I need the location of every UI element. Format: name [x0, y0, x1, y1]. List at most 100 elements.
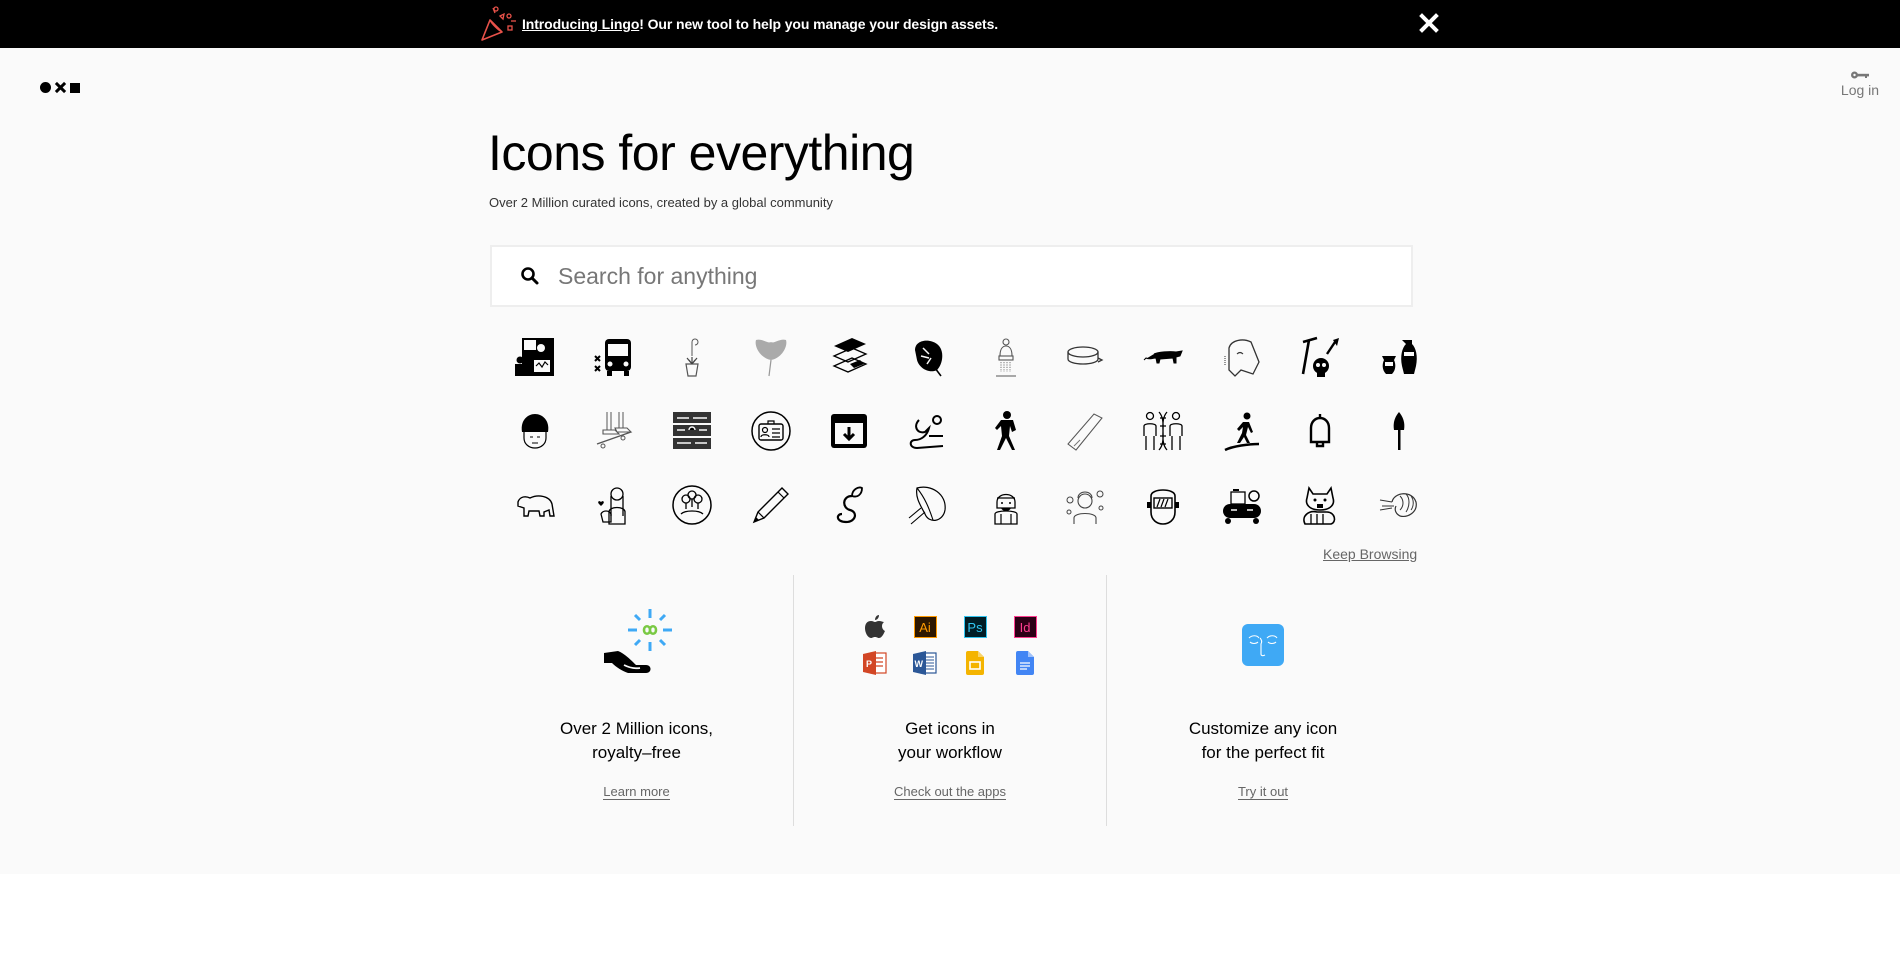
shower-statue-icon — [996, 338, 1017, 377]
icon-tile[interactable] — [967, 394, 1046, 468]
close-icon[interactable] — [1418, 12, 1440, 34]
icon-tile[interactable] — [1046, 468, 1125, 542]
icon-tile[interactable] — [1281, 320, 1360, 394]
beekeeper-icon — [994, 493, 1018, 525]
icon-tile[interactable] — [575, 320, 654, 394]
red-panda-icon — [1303, 485, 1336, 525]
face-customize-icon — [1242, 624, 1284, 666]
feature-workflow: Ai Ps Id P W Get icons in your workflow … — [793, 575, 1106, 826]
skateboard-feet-icon — [596, 412, 633, 449]
tape-roll-icon — [1067, 413, 1103, 451]
search-bar — [490, 245, 1413, 307]
icon-tile[interactable] — [575, 468, 654, 542]
icon-tile[interactable] — [1281, 468, 1360, 542]
shovel-icon — [1393, 412, 1405, 450]
icon-tile[interactable] — [732, 394, 811, 468]
air-compressor-icon — [1222, 489, 1261, 524]
icon-tile[interactable] — [653, 394, 732, 468]
icon-tile[interactable] — [496, 320, 575, 394]
icon-tile[interactable] — [810, 320, 889, 394]
word-icon[interactable]: W — [912, 650, 938, 676]
icon-tile[interactable] — [1281, 394, 1360, 468]
google-slides-icon[interactable] — [962, 650, 988, 676]
icon-tile[interactable] — [653, 320, 732, 394]
app-icons: Ai Ps Id P W — [862, 614, 1038, 676]
icon-tile[interactable] — [732, 320, 811, 394]
icon-tile[interactable] — [653, 468, 732, 542]
layers-stack-icon — [832, 338, 868, 373]
features-section: Over 2 Million icons, royalty–free Learn… — [480, 575, 1420, 826]
helmet-face-icon — [521, 414, 549, 449]
try-it-out-link[interactable]: Try it out — [1237, 784, 1289, 800]
snowshoe-walker-icon — [1224, 412, 1259, 452]
page-title: Icons for everything — [488, 125, 915, 181]
bus-icon — [594, 339, 631, 376]
icon-tile[interactable] — [1360, 468, 1439, 542]
icon-tile[interactable] — [1124, 468, 1203, 542]
icon-tile[interactable] — [810, 394, 889, 468]
dna-people-icon — [1143, 411, 1183, 451]
icon-tile[interactable] — [1046, 394, 1125, 468]
icon-grid — [496, 320, 1417, 542]
broadcast-presenter-icon — [515, 338, 555, 376]
vet-with-dog-icon — [597, 487, 626, 525]
hanging-plant-icon — [685, 338, 699, 377]
logo-square — [70, 82, 80, 93]
head-profile-icon — [1224, 339, 1260, 377]
icon-tile[interactable] — [1360, 394, 1439, 468]
monstera-leaf-icon — [914, 340, 943, 377]
icon-tile[interactable] — [967, 320, 1046, 394]
icon-tile[interactable] — [496, 394, 575, 468]
pencil-icon — [752, 487, 789, 524]
icon-tile[interactable] — [575, 394, 654, 468]
check-out-apps-link[interactable]: Check out the apps — [893, 784, 1007, 800]
feature-title: Over 2 Million icons, royalty–free — [559, 719, 714, 762]
icon-tile[interactable] — [1046, 320, 1125, 394]
key-icon — [1851, 71, 1869, 79]
big-leaf-icon — [908, 486, 946, 525]
icon-tile[interactable] — [1124, 320, 1203, 394]
search-icon[interactable] — [520, 266, 540, 286]
round-box-icon — [1067, 346, 1104, 365]
logo-cross — [55, 82, 66, 93]
football-player-icon — [995, 411, 1017, 450]
icon-tile[interactable] — [889, 468, 968, 542]
illustrator-icon[interactable]: Ai — [912, 614, 938, 640]
search-input[interactable] — [558, 262, 1378, 290]
hand-infinity-icon — [603, 609, 672, 673]
introducing-lingo-link[interactable]: Introducing Lingo — [522, 16, 639, 32]
powerpoint-icon[interactable]: P — [862, 650, 888, 676]
icon-tile[interactable] — [496, 468, 575, 542]
maze-icon — [673, 412, 712, 449]
feature-title: Customize any icon for the perfect fit — [1188, 719, 1338, 762]
icon-tile[interactable] — [1203, 394, 1282, 468]
icon-tile[interactable] — [810, 468, 889, 542]
icon-tile[interactable] — [1203, 468, 1282, 542]
indesign-icon[interactable]: Id — [1012, 614, 1038, 640]
login-button[interactable]: Log in — [1832, 70, 1888, 100]
icon-tile[interactable] — [889, 320, 968, 394]
seedling-swirl-icon — [837, 486, 864, 524]
learn-more-link[interactable]: Learn more — [603, 784, 670, 800]
icon-tile[interactable] — [732, 468, 811, 542]
google-docs-icon[interactable] — [1012, 650, 1038, 676]
yoga-stretch-icon — [909, 415, 943, 450]
photoshop-icon[interactable]: Ps — [962, 614, 988, 640]
icon-tile[interactable] — [1124, 394, 1203, 468]
bell-icon — [1310, 414, 1331, 448]
party-popper-icon — [481, 6, 516, 41]
id-badge-icon — [751, 411, 791, 451]
icon-tile[interactable] — [889, 394, 968, 468]
vases-icon — [1381, 340, 1417, 374]
bear-icon — [517, 495, 556, 517]
forest-compass-icon — [672, 485, 712, 525]
announcement-banner: Introducing Lingo! Our new tool to help … — [0, 0, 1900, 48]
banner-message: Introducing Lingo! Our new tool to help … — [522, 16, 998, 32]
apple-icon[interactable] — [862, 614, 888, 640]
icon-tile[interactable] — [1203, 320, 1282, 394]
keep-browsing-link[interactable]: Keep Browsing — [1323, 546, 1417, 562]
icon-tile[interactable] — [1360, 320, 1439, 394]
archaeology-tools-icon — [1301, 336, 1340, 377]
noun-project-logo[interactable] — [40, 82, 80, 93]
icon-tile[interactable] — [967, 468, 1046, 542]
